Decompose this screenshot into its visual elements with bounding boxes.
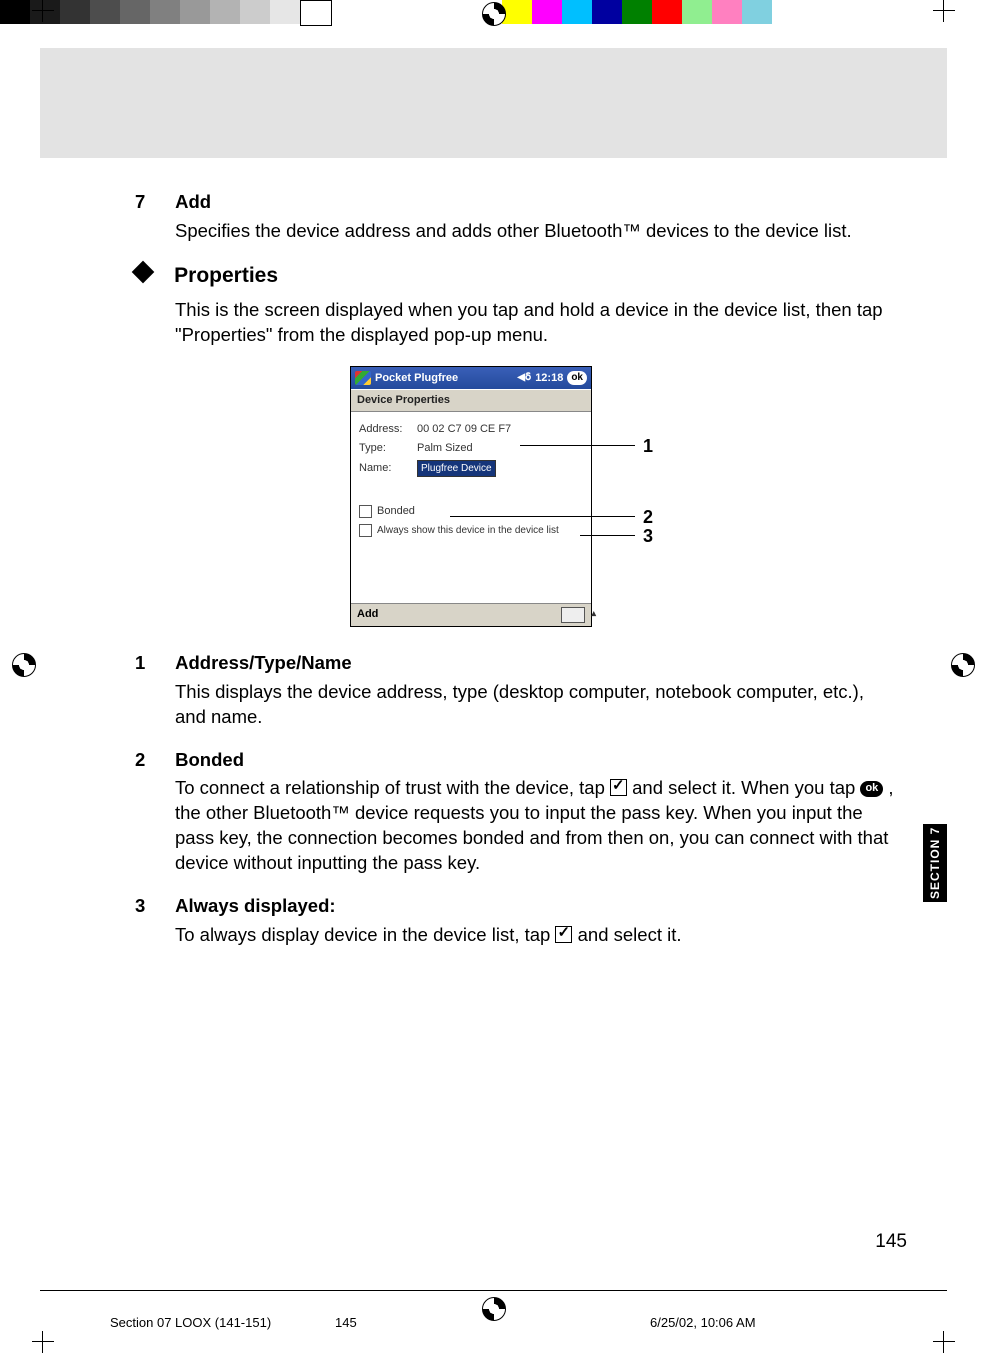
window-subtitle: Device Properties bbox=[351, 389, 591, 412]
address-label: Address: bbox=[359, 422, 417, 437]
list-item: 7 Add Specifies the device address and a… bbox=[135, 190, 895, 244]
list-item: 3 Always displayed: To always display de… bbox=[135, 894, 895, 948]
footer-rule bbox=[40, 1290, 947, 1291]
item-body: To always display device in the device l… bbox=[175, 923, 895, 948]
section-header: Properties bbox=[135, 262, 895, 290]
name-row: Name: Plugfree Device bbox=[359, 460, 583, 478]
item-number: 7 bbox=[135, 190, 170, 215]
app-title: Pocket Plugfree bbox=[375, 371, 458, 386]
type-value: Palm Sized bbox=[417, 441, 473, 456]
add-button[interactable]: Add bbox=[357, 607, 378, 622]
header-band bbox=[40, 48, 947, 158]
item-heading: Always displayed: bbox=[175, 895, 335, 916]
item-heading: Add bbox=[175, 191, 211, 212]
text-part: To always display device in the device l… bbox=[175, 924, 555, 945]
item-number: 2 bbox=[135, 748, 170, 773]
registration-mark-icon bbox=[951, 653, 975, 677]
checkbox-icon bbox=[555, 926, 572, 943]
bonded-label: Bonded bbox=[377, 504, 415, 519]
item-body: This displays the device address, type (… bbox=[175, 680, 895, 730]
callout-number: 3 bbox=[643, 524, 653, 548]
checkbox-icon[interactable] bbox=[359, 505, 372, 518]
callout-line bbox=[450, 516, 635, 517]
windows-flag-icon bbox=[355, 371, 371, 385]
registration-mark-icon bbox=[12, 653, 36, 677]
registration-mark-icon bbox=[482, 1297, 506, 1321]
diamond-icon bbox=[132, 261, 155, 284]
section-title: Properties bbox=[174, 264, 278, 287]
clock: 12:18 bbox=[535, 371, 563, 386]
cropmark-icon bbox=[933, 0, 955, 22]
registration-mark-icon bbox=[482, 2, 506, 26]
footer-page: 145 bbox=[335, 1315, 357, 1330]
checkbox-icon[interactable] bbox=[359, 524, 372, 537]
type-label: Type: bbox=[359, 441, 417, 456]
item-heading: Bonded bbox=[175, 749, 244, 770]
callout-number: 1 bbox=[643, 434, 653, 458]
ok-button[interactable]: ok bbox=[567, 371, 587, 385]
cropmark-icon bbox=[32, 1331, 54, 1353]
item-body: Specifies the device address and adds ot… bbox=[175, 219, 895, 244]
list-item: 2 Bonded To connect a relationship of tr… bbox=[135, 748, 895, 877]
always-show-label: Always show this device in the device li… bbox=[377, 524, 559, 538]
item-body: To connect a relationship of trust with … bbox=[175, 776, 895, 876]
always-show-checkbox-row[interactable]: Always show this device in the device li… bbox=[359, 524, 583, 538]
item-number: 3 bbox=[135, 894, 170, 919]
footer-file: Section 07 LOOX (141-151) bbox=[110, 1315, 271, 1330]
callout-line bbox=[580, 535, 635, 536]
ok-icon: ok bbox=[860, 781, 883, 797]
footer-date: 6/25/02, 10:06 AM bbox=[650, 1315, 756, 1330]
checkbox-icon bbox=[610, 779, 627, 796]
item-number: 1 bbox=[135, 651, 170, 676]
item-heading: Address/Type/Name bbox=[175, 652, 352, 673]
speaker-icon: ◀ẟ bbox=[517, 371, 531, 385]
type-row: Type: Palm Sized bbox=[359, 441, 583, 456]
page-content: 7 Add Specifies the device address and a… bbox=[135, 190, 895, 966]
page-number: 145 bbox=[875, 1231, 907, 1253]
address-value: 00 02 C7 09 CE F7 bbox=[417, 422, 511, 437]
window-titlebar: Pocket Plugfree ◀ẟ 12:18 ok bbox=[351, 367, 591, 389]
text-part: and select it. When you tap bbox=[632, 777, 860, 798]
window-body: Address: 00 02 C7 09 CE F7 Type: Palm Si… bbox=[351, 412, 591, 603]
name-label: Name: bbox=[359, 461, 417, 476]
name-input[interactable]: Plugfree Device bbox=[417, 460, 496, 478]
cropmark-icon bbox=[933, 1331, 955, 1353]
section-intro: This is the screen displayed when you ta… bbox=[175, 298, 895, 348]
section-tab: SECTION 7 bbox=[923, 824, 947, 902]
device-properties-window: Pocket Plugfree ◀ẟ 12:18 ok Device Prope… bbox=[350, 366, 592, 626]
window-bottombar: Add bbox=[351, 603, 591, 626]
list-item: 1 Address/Type/Name This displays the de… bbox=[135, 651, 895, 730]
text-part: To connect a relationship of trust with … bbox=[175, 777, 610, 798]
keyboard-icon[interactable] bbox=[561, 607, 585, 623]
callout-line bbox=[520, 445, 635, 446]
cropmark-icon bbox=[32, 0, 54, 22]
text-part: and select it. bbox=[578, 924, 682, 945]
address-row: Address: 00 02 C7 09 CE F7 bbox=[359, 422, 583, 437]
screenshot-figure: Pocket Plugfree ◀ẟ 12:18 ok Device Prope… bbox=[350, 366, 750, 626]
